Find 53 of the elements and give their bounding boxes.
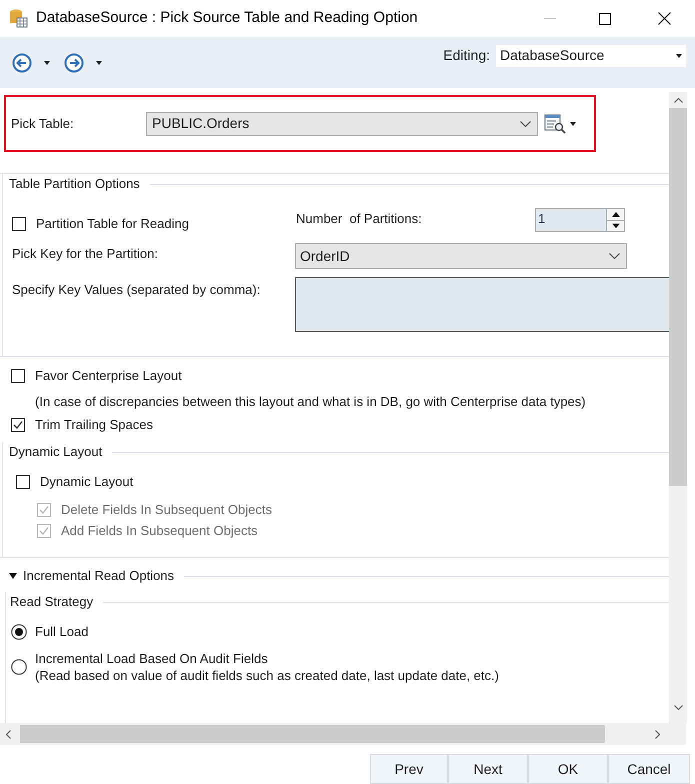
group-title: Dynamic Layout	[9, 443, 102, 462]
close-icon[interactable]	[658, 12, 671, 25]
scroll-up-icon[interactable]	[674, 98, 682, 103]
spin-down-icon[interactable]	[607, 220, 625, 231]
vertical-scrollbar[interactable]	[669, 92, 687, 723]
collapse-triangle-icon[interactable]	[9, 572, 17, 580]
partition-count-spinner[interactable]: 1	[535, 208, 625, 232]
field-label: Pick Table:	[11, 114, 75, 133]
key-dropdown[interactable]: OrderID	[295, 243, 627, 269]
maximize-icon[interactable]	[599, 12, 611, 24]
dialog-button[interactable]: Cancel	[608, 754, 690, 784]
checkbox[interactable]	[16, 475, 30, 489]
dialog-button[interactable]: Prev	[370, 754, 448, 784]
editing-dropdown[interactable]: DatabaseSource	[496, 44, 686, 66]
group-title: Read Strategy	[10, 593, 94, 612]
checkbox[interactable]	[12, 217, 26, 231]
checkbox[interactable]	[11, 418, 25, 432]
key-values-field[interactable]	[295, 277, 669, 332]
radio-button[interactable]	[11, 624, 27, 640]
radio-button[interactable]	[11, 659, 27, 675]
horizontal-scrollbar[interactable]	[0, 723, 686, 745]
caret-icon	[570, 122, 576, 126]
checkbox-label[interactable]: Trim Trailing Spaces	[35, 415, 153, 435]
caret-icon[interactable]	[96, 60, 102, 64]
field-label: Pick Key for the Partition:	[12, 245, 159, 264]
checkbox-label[interactable]: Favor Centerprise Layout	[35, 366, 182, 386]
window-title: DatabaseSource : Pick Source Table and Reading Option	[36, 8, 418, 28]
caret-icon[interactable]	[44, 60, 50, 64]
dialog-button[interactable]: OK	[528, 754, 608, 784]
scrollbar-thumb[interactable]	[20, 725, 605, 743]
scrollbar-thumb[interactable]	[669, 108, 687, 486]
database-table-icon	[9, 9, 28, 28]
scroll-down-icon[interactable]	[674, 705, 682, 710]
editing-label: Editing:	[443, 46, 490, 65]
radio-label[interactable]: Full Load	[35, 623, 88, 640]
chevron-down-icon	[609, 253, 620, 259]
checkbox[interactable]	[11, 369, 25, 383]
note-text: (In case of discrepancies between this layout and what is in DB, go with Centerprise data types)	[35, 393, 587, 408]
table-search-icon	[544, 114, 566, 134]
note-text: (Read based on value of audit fields such as created date, last update date, etc.)	[35, 667, 499, 684]
checkbox-label[interactable]: Partition Table for Reading	[36, 214, 189, 234]
chevron-down-icon	[520, 120, 531, 126]
dialog-button[interactable]: Next	[448, 754, 528, 784]
scroll-left-icon[interactable]	[6, 730, 11, 738]
group-title: Incremental Read Options	[23, 567, 174, 586]
scroll-right-icon[interactable]	[655, 730, 660, 738]
radio-label[interactable]: Incremental Load Based On Audit Fields	[35, 650, 499, 667]
group-title: Table Partition Options	[9, 175, 140, 194]
table-dropdown[interactable]: PUBLIC.Orders	[146, 112, 538, 136]
caret-icon	[676, 54, 682, 58]
field-label: Specify Key Values (separated by comma):	[12, 281, 262, 299]
field-label: Number of Partitions:	[296, 210, 423, 228]
checkbox-label[interactable]: Dynamic Layout	[40, 472, 134, 492]
